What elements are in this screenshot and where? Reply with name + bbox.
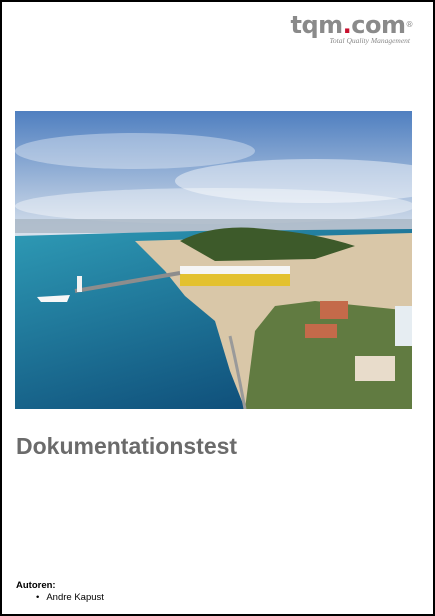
author-item: Andre Kapust xyxy=(36,592,104,604)
authors-section: Autoren: Andre Kapust xyxy=(16,580,104,604)
coastal-city-photo-icon xyxy=(15,111,412,409)
authors-list: Andre Kapust xyxy=(16,592,104,604)
logo-brand-dot: . xyxy=(342,11,352,39)
logo-registered-mark: ® xyxy=(405,20,414,29)
villa xyxy=(355,356,395,381)
authors-heading: Autoren: xyxy=(16,580,56,591)
lighthouse xyxy=(77,276,82,292)
ferry-deck xyxy=(180,266,290,274)
apartment xyxy=(395,306,412,346)
document-title: Dokumentationstest xyxy=(16,433,238,459)
tqm-logo: tqm.com® Total Quality Management xyxy=(283,12,413,45)
document-page: tqm.com® Total Quality Management Dokume… xyxy=(0,0,435,616)
logo-brand-main: tqm xyxy=(290,11,343,39)
ferry xyxy=(180,274,290,286)
logo-brand-tld: com xyxy=(351,11,406,39)
roof-2 xyxy=(305,324,337,338)
cover-photo xyxy=(15,111,412,409)
logo-wordmark: tqm.com® xyxy=(283,12,413,38)
roof-1 xyxy=(320,301,348,319)
